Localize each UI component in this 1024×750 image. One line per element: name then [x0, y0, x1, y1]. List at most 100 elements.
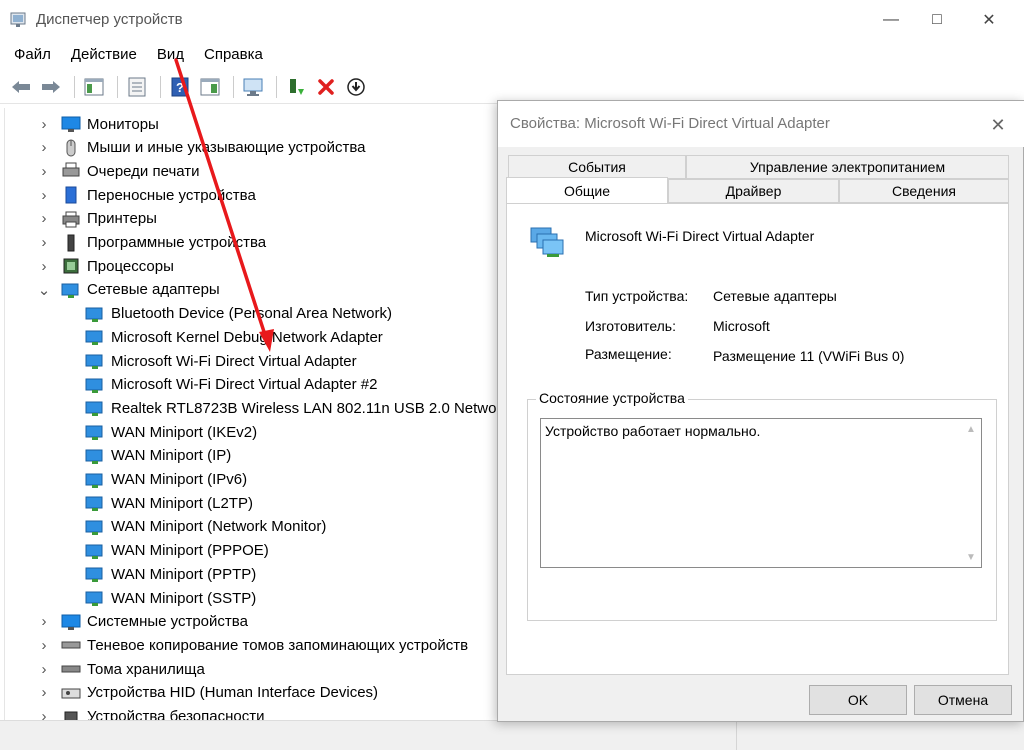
chevron-right-icon[interactable]: › — [37, 163, 51, 180]
ok-button[interactable]: OK — [809, 685, 907, 715]
help-icon[interactable]: ? — [167, 74, 193, 100]
cancel-button[interactable]: Отмена — [914, 685, 1012, 715]
tree-device-item[interactable]: WAN Miniport (L2TP) — [85, 491, 253, 515]
dialog-close-button[interactable]: ✕ — [984, 111, 1012, 139]
manufacturer-value: Microsoft — [713, 318, 770, 334]
disable-device-icon[interactable] — [343, 74, 369, 100]
tree-device-item[interactable]: WAN Miniport (PPTP) — [85, 562, 256, 586]
device-status-textbox[interactable]: Устройство работает нормально. ▲ ▼ — [540, 418, 982, 568]
tree-category[interactable]: › Системные устройства — [37, 610, 248, 634]
tab-driver[interactable]: Драйвер — [668, 179, 839, 203]
close-button[interactable]: ✕ — [966, 0, 1012, 40]
network-adapter-icon — [85, 589, 105, 607]
tree-device-item[interactable]: WAN Miniport (IP) — [85, 444, 231, 468]
chevron-right-icon[interactable]: › — [37, 684, 51, 701]
tab-details-label: Сведения — [892, 183, 956, 199]
status-divider — [736, 722, 737, 750]
tree-item-label: Устройства HID (Human Interface Devices) — [87, 684, 379, 702]
properties-dialog: Свойства: Microsoft Wi-Fi Direct Virtual… — [497, 100, 1024, 722]
tree-item-label: Bluetooth Device (Personal Area Network) — [111, 305, 392, 323]
forward-arrow-icon[interactable] — [38, 74, 64, 100]
scroll-up-icon[interactable]: ▲ — [965, 423, 977, 435]
chevron-right-icon[interactable]: › — [37, 210, 51, 227]
tree-device-item[interactable]: WAN Miniport (PPPOE) — [85, 539, 269, 563]
tree-device-item[interactable]: WAN Miniport (IPv6) — [85, 468, 247, 492]
chevron-right-icon[interactable]: › — [37, 116, 51, 133]
chevron-right-icon[interactable]: › — [37, 234, 51, 251]
software-device-icon — [61, 234, 81, 252]
tree-category[interactable]: › Переносные устройства — [37, 183, 256, 207]
tree-category[interactable]: › Очереди печати — [37, 159, 200, 183]
chevron-right-icon[interactable]: › — [37, 661, 51, 678]
chevron-right-icon[interactable]: › — [37, 708, 51, 720]
tab-general[interactable]: Общие — [506, 177, 668, 203]
tree-category[interactable]: › Устройства безопасности — [37, 705, 264, 720]
storage-volume-icon — [61, 660, 81, 678]
network-adapter-icon — [530, 227, 564, 257]
tree-device-item[interactable]: Microsoft Wi-Fi Direct Virtual Adapter — [85, 349, 357, 373]
tab-details[interactable]: Сведения — [839, 179, 1009, 203]
tree-item-label: WAN Miniport (IKEv2) — [111, 423, 258, 441]
window-title: Диспетчер устройств — [36, 11, 183, 28]
tree-category[interactable]: › Теневое копирование томов запоминающих … — [37, 633, 469, 657]
scan-hardware-icon[interactable] — [240, 74, 266, 100]
menu-bar: Файл Действие Вид Справка — [0, 42, 1024, 70]
tree-device-item[interactable]: Bluetooth Device (Personal Area Network) — [85, 302, 392, 326]
system-device-icon — [61, 613, 81, 631]
chevron-right-icon[interactable]: › — [37, 637, 51, 654]
menu-action[interactable]: Действие — [63, 42, 145, 70]
update-driver-icon[interactable] — [283, 74, 309, 100]
tree-category[interactable]: › Принтеры — [37, 207, 157, 231]
chevron-right-icon[interactable]: › — [37, 187, 51, 204]
tree-item-label: Microsoft Kernel Debug Network Adapter — [111, 328, 383, 346]
tree-item-label: WAN Miniport (IPv6) — [111, 471, 248, 488]
title-bar: Диспетчер устройств — □ ✕ — [0, 0, 1024, 40]
network-adapter-icon — [85, 565, 105, 583]
chevron-down-icon[interactable]: ⌄ — [37, 282, 51, 299]
network-adapter-icon — [61, 281, 81, 299]
tree-category[interactable]: › Устройства HID (Human Interface Devices… — [37, 681, 379, 705]
show-hide-tree-icon[interactable] — [81, 74, 107, 100]
chevron-right-icon[interactable]: › — [37, 139, 51, 156]
tab-driver-label: Драйвер — [725, 183, 782, 199]
tab-power-management[interactable]: Управление электропитанием — [686, 155, 1009, 179]
tree-device-item[interactable]: Microsoft Wi-Fi Direct Virtual Adapter #… — [85, 373, 377, 397]
tree-item-label: Теневое копирование томов запоминающих у… — [87, 636, 469, 654]
tree-category[interactable]: › Процессоры — [37, 254, 174, 278]
tree-category[interactable]: ⌄ Сетевые адаптеры — [37, 278, 220, 302]
device-name: Microsoft Wi-Fi Direct Virtual Adapter — [585, 228, 815, 244]
tree-category[interactable]: › Программные устройства — [37, 231, 266, 255]
uninstall-x-icon[interactable] — [313, 74, 339, 100]
tab-events-label: События — [568, 159, 626, 175]
properties-icon[interactable] — [124, 74, 150, 100]
svg-text:?: ? — [176, 80, 184, 95]
tree-item-label: Принтеры — [87, 210, 157, 228]
tree-device-item[interactable]: Realtek RTL8723B Wireless LAN 802.11n US… — [85, 396, 500, 420]
chevron-right-icon[interactable]: › — [37, 613, 51, 630]
tree-category[interactable]: › Тома хранилища — [37, 657, 205, 681]
tree-device-item[interactable]: Microsoft Kernel Debug Network Adapter — [85, 325, 383, 349]
tree-device-item[interactable]: WAN Miniport (SSTP) — [85, 586, 256, 610]
minimize-button[interactable]: — — [868, 0, 914, 40]
menu-view[interactable]: Вид — [149, 42, 192, 70]
device-status-text: Устройство работает нормально. — [545, 423, 761, 439]
show-hidden-icon[interactable] — [197, 74, 223, 100]
tree-category[interactable]: › Мыши и иные указывающие устройства — [37, 136, 365, 160]
menu-file[interactable]: Файл — [6, 42, 59, 70]
scroll-down-icon[interactable]: ▼ — [965, 551, 977, 563]
network-adapter-icon — [85, 328, 105, 346]
back-arrow-icon[interactable] — [8, 74, 34, 100]
tree-item-label: WAN Miniport (SSTP) — [111, 589, 257, 607]
toolbar-separator — [276, 75, 277, 98]
maximize-button[interactable]: □ — [914, 0, 960, 40]
tree-category[interactable]: › Мониторы — [37, 112, 159, 136]
device-type-label: Тип устройства: — [585, 288, 689, 304]
chevron-right-icon[interactable]: › — [37, 258, 51, 275]
tree-device-item[interactable]: WAN Miniport (IKEv2) — [85, 420, 257, 444]
tree-item-label: Программные устройства — [87, 234, 267, 251]
tab-events[interactable]: События — [508, 155, 686, 179]
general-tab-panel: Microsoft Wi-Fi Direct Virtual Adapter Т… — [506, 203, 1009, 675]
menu-help[interactable]: Справка — [196, 42, 271, 70]
tree-device-item[interactable]: WAN Miniport (Network Monitor) — [85, 515, 326, 539]
tree-item-label: Microsoft Wi-Fi Direct Virtual Adapter — [111, 352, 357, 370]
